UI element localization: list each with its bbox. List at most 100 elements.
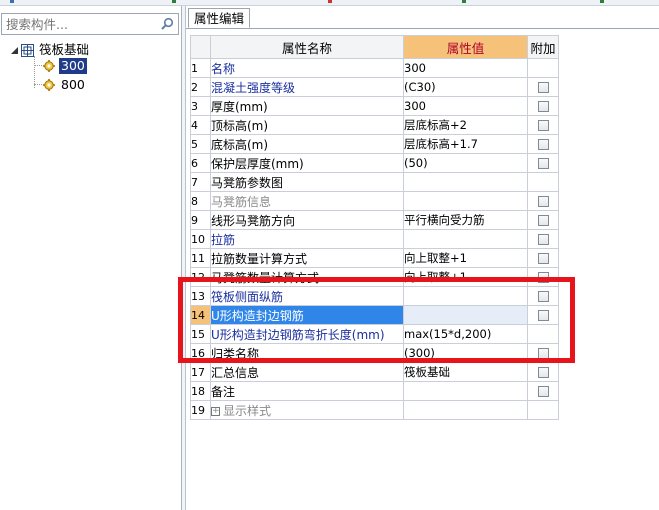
add-cell bbox=[527, 58, 559, 78]
property-name[interactable]: U形构造封边钢筋弯折长度(mm) bbox=[210, 324, 404, 344]
table-row[interactable]: 3 厚度(mm) 300 bbox=[190, 96, 559, 116]
table-row[interactable]: 12 马凳筋数量计算方式 向上取整+1 bbox=[190, 267, 559, 287]
property-value[interactable]: 层底标高+1.7 bbox=[403, 134, 528, 154]
add-checkbox[interactable] bbox=[537, 158, 549, 169]
property-name[interactable]: 底标高(m) bbox=[210, 134, 404, 154]
add-checkbox[interactable] bbox=[537, 120, 549, 131]
property-value[interactable] bbox=[403, 305, 528, 325]
property-name[interactable]: 保护层厚度(mm) bbox=[210, 153, 404, 173]
row-number: 12 bbox=[190, 267, 211, 287]
grid-header-value[interactable]: 属性值 bbox=[403, 35, 528, 59]
tree-node-300[interactable]: 300 bbox=[43, 58, 87, 74]
tab-property-edit[interactable]: 属性编辑 bbox=[188, 8, 251, 28]
table-row[interactable]: 13 筏板侧面纵筋 bbox=[190, 286, 559, 306]
search-input[interactable] bbox=[4, 15, 158, 33]
property-name[interactable]: 拉筋数量计算方式 bbox=[210, 248, 404, 268]
property-name[interactable]: 混凝土强度等级 bbox=[210, 77, 404, 97]
property-name[interactable]: U形构造封边钢筋 bbox=[210, 305, 404, 325]
property-name[interactable]: 马凳筋数量计算方式 bbox=[210, 267, 404, 287]
property-name[interactable]: 归类名称 bbox=[210, 343, 404, 363]
property-name-expandable[interactable]: + 显示样式 bbox=[210, 400, 404, 420]
search-button[interactable] bbox=[158, 15, 176, 33]
property-value[interactable]: max(15*d,200) bbox=[403, 324, 528, 344]
add-cell bbox=[527, 324, 559, 344]
table-row[interactable]: 11 拉筋数量计算方式 向上取整+1 bbox=[190, 248, 559, 268]
collapse-triangle-icon[interactable] bbox=[10, 46, 18, 54]
add-cell bbox=[527, 305, 559, 325]
property-name[interactable]: 顶标高(m) bbox=[210, 115, 404, 135]
add-checkbox[interactable] bbox=[537, 196, 549, 207]
row-number: 8 bbox=[190, 191, 211, 211]
property-value[interactable]: (C30) bbox=[403, 77, 528, 97]
add-checkbox[interactable] bbox=[537, 215, 549, 226]
search-icon bbox=[161, 17, 174, 30]
property-value[interactable]: 向上取整+1 bbox=[403, 267, 528, 287]
table-row[interactable]: 4 顶标高(m) 层底标高+2 bbox=[190, 115, 559, 135]
table-row[interactable]: 15 U形构造封边钢筋弯折长度(mm) max(15*d,200) bbox=[190, 324, 559, 344]
property-name[interactable]: 汇总信息 bbox=[210, 362, 404, 382]
row-number: 10 bbox=[190, 229, 211, 249]
table-row[interactable]: 10 拉筋 bbox=[190, 229, 559, 249]
row-number: 5 bbox=[190, 134, 211, 154]
property-value[interactable]: (300) bbox=[403, 343, 528, 363]
property-name[interactable]: 备注 bbox=[210, 381, 404, 401]
expand-plus-icon[interactable]: + bbox=[211, 406, 220, 416]
property-value[interactable] bbox=[403, 286, 528, 306]
grid-header-add[interactable]: 附加 bbox=[527, 35, 559, 59]
property-value[interactable]: 筏板基础 bbox=[403, 362, 528, 382]
grid-header-name[interactable]: 属性名称 bbox=[210, 35, 404, 59]
property-name[interactable]: 马凳筋信息 bbox=[210, 191, 404, 211]
table-row[interactable]: 16 归类名称 (300) bbox=[190, 343, 559, 363]
toolbar-mark bbox=[462, 0, 466, 3]
property-name[interactable]: 厚度(mm) bbox=[210, 96, 404, 116]
property-name[interactable]: 拉筋 bbox=[210, 229, 404, 249]
add-cell bbox=[527, 267, 559, 287]
table-row[interactable]: 6 保护层厚度(mm) (50) bbox=[190, 153, 559, 173]
property-value[interactable]: 300 bbox=[403, 96, 528, 116]
property-value[interactable] bbox=[403, 172, 528, 192]
add-checkbox[interactable] bbox=[537, 139, 549, 150]
table-row[interactable]: 18 备注 bbox=[190, 381, 559, 401]
add-checkbox[interactable] bbox=[537, 272, 549, 283]
property-value[interactable]: (50) bbox=[403, 153, 528, 173]
add-checkbox[interactable] bbox=[537, 367, 549, 378]
table-row[interactable]: 8 马凳筋信息 bbox=[190, 191, 559, 211]
property-value[interactable]: 300 bbox=[403, 58, 528, 78]
add-cell bbox=[527, 210, 559, 230]
add-checkbox[interactable] bbox=[537, 291, 549, 302]
property-value[interactable] bbox=[403, 191, 528, 211]
tree-node-800[interactable]: 800 bbox=[43, 77, 87, 93]
row-number: 4 bbox=[190, 115, 211, 135]
table-row[interactable]: 1 名称 300 bbox=[190, 58, 559, 78]
table-row[interactable]: 17 汇总信息 筏板基础 bbox=[190, 362, 559, 382]
add-cell bbox=[527, 286, 559, 306]
add-checkbox[interactable] bbox=[537, 386, 549, 397]
property-name[interactable]: 名称 bbox=[210, 58, 404, 78]
property-value[interactable]: 层底标高+2 bbox=[403, 115, 528, 135]
add-checkbox[interactable] bbox=[537, 310, 549, 321]
add-checkbox[interactable] bbox=[537, 82, 549, 93]
add-cell bbox=[527, 115, 559, 135]
property-value[interactable]: 向上取整+1 bbox=[403, 248, 528, 268]
add-checkbox[interactable] bbox=[537, 101, 549, 112]
add-cell bbox=[527, 191, 559, 211]
add-checkbox[interactable] bbox=[537, 234, 549, 245]
row-number: 18 bbox=[190, 381, 211, 401]
tree-node-root[interactable]: 筏板基础 bbox=[10, 42, 91, 58]
table-row[interactable]: 7 马凳筋参数图 bbox=[190, 172, 559, 192]
table-row-selected[interactable]: 14 U形构造封边钢筋 bbox=[190, 305, 559, 325]
property-value[interactable] bbox=[403, 381, 528, 401]
table-row[interactable]: 9 线形马凳筋方向 平行横向受力筋 bbox=[190, 210, 559, 230]
property-value[interactable] bbox=[403, 400, 528, 420]
table-row[interactable]: 19 + 显示样式 bbox=[190, 400, 559, 420]
property-value[interactable]: 平行横向受力筋 bbox=[403, 210, 528, 230]
property-name[interactable]: 线形马凳筋方向 bbox=[210, 210, 404, 230]
row-number: 11 bbox=[190, 248, 211, 268]
property-name[interactable]: 马凳筋参数图 bbox=[210, 172, 404, 192]
table-row[interactable]: 2 混凝土强度等级 (C30) bbox=[190, 77, 559, 97]
property-name[interactable]: 筏板侧面纵筋 bbox=[210, 286, 404, 306]
add-checkbox[interactable] bbox=[537, 253, 549, 264]
property-value[interactable] bbox=[403, 229, 528, 249]
add-checkbox[interactable] bbox=[537, 348, 549, 359]
table-row[interactable]: 5 底标高(m) 层底标高+1.7 bbox=[190, 134, 559, 154]
